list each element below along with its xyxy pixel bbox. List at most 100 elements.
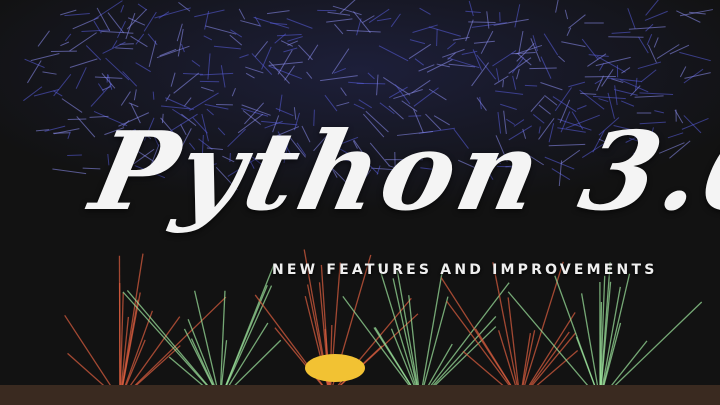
- firework-streak: [336, 101, 350, 107]
- firework-streak: [125, 12, 136, 40]
- firework-streak: [37, 30, 50, 47]
- firework-streak: [646, 33, 653, 46]
- firework-streak: [540, 82, 563, 91]
- firework-streak: [106, 74, 109, 83]
- firework-streak: [137, 3, 148, 11]
- firework-streak: [502, 79, 504, 88]
- firework-streak: [158, 11, 170, 19]
- firework-streak: [286, 18, 313, 29]
- firework-streak: [220, 65, 226, 88]
- firework-streak: [60, 9, 77, 16]
- firework-streak: [518, 31, 524, 55]
- firework-streak: [60, 41, 70, 47]
- firework-streak: [419, 7, 431, 15]
- firework-streak: [254, 294, 331, 396]
- firework-streak: [75, 67, 87, 89]
- firework-streak: [240, 20, 261, 27]
- firework-streak: [26, 60, 42, 84]
- firework-streak: [465, 10, 481, 13]
- firework-streak: [93, 20, 102, 34]
- firework-streak: [637, 61, 662, 70]
- firework-streak: [611, 31, 631, 34]
- firework-streak: [24, 58, 45, 69]
- firework-streak: [177, 28, 184, 57]
- firework-streak: [378, 45, 409, 62]
- firework-streak: [340, 87, 347, 96]
- firework-streak: [199, 72, 234, 76]
- firework-streak: [543, 33, 559, 56]
- firework-streak: [115, 47, 134, 50]
- firework-streak: [493, 18, 529, 26]
- firework-streak: [159, 48, 177, 57]
- firework-streak: [679, 9, 713, 17]
- firework-streak: [634, 95, 664, 98]
- firework-streak: [486, 11, 490, 29]
- firework-streak: [85, 45, 102, 61]
- firework-streak: [598, 98, 609, 103]
- firework-streak: [170, 72, 176, 87]
- firework-streak: [408, 43, 432, 60]
- firework-streak: [245, 66, 264, 74]
- firework-streak: [30, 52, 60, 62]
- firework-streak: [119, 253, 144, 401]
- firework-streak: [679, 51, 711, 62]
- firework-streak: [207, 53, 211, 80]
- firework-streak: [376, 17, 392, 22]
- firework-streak: [376, 74, 379, 96]
- firework-streak: [327, 11, 351, 16]
- firework-streak: [568, 81, 586, 88]
- firework-streak: [494, 75, 509, 86]
- firework-streak: [393, 88, 423, 100]
- firework-streak: [203, 35, 213, 41]
- banner-subtitle: NEW FEATURES AND IMPROVEMENTS: [272, 262, 658, 278]
- firework-streak: [277, 49, 293, 75]
- firework-streak: [147, 33, 158, 46]
- firework-streak: [679, 66, 687, 78]
- firework-streak: [495, 90, 524, 95]
- firework-streak: [64, 12, 90, 17]
- firework-streak: [580, 92, 597, 95]
- firework-streak: [122, 71, 138, 87]
- firework-streak: [266, 10, 290, 15]
- firework-streak: [544, 94, 558, 106]
- firework-streak: [61, 98, 83, 113]
- firework-streak: [331, 48, 350, 75]
- ground-silhouette: [0, 385, 720, 405]
- firework-streak: [245, 72, 255, 79]
- firework-streak: [254, 41, 269, 58]
- firework-streak: [436, 29, 438, 47]
- firework-streak: [530, 38, 541, 62]
- firework-streak: [367, 72, 375, 80]
- firework-streak: [320, 75, 358, 82]
- firework-streak: [42, 71, 57, 75]
- firework-streak: [346, 29, 381, 33]
- firework-streak: [640, 69, 657, 83]
- firework-streak: [130, 35, 148, 48]
- firework-streak: [201, 86, 214, 92]
- firework-streak: [447, 57, 480, 69]
- firework-streak: [471, 22, 507, 28]
- firework-streak: [96, 7, 111, 32]
- firework-streak: [239, 54, 249, 59]
- firework-streak: [524, 84, 538, 87]
- firework-streak: [128, 102, 139, 108]
- firework-streak: [135, 62, 151, 73]
- firework-streak: [588, 54, 609, 57]
- firework-streak: [183, 97, 192, 107]
- firework-streak: [76, 116, 96, 138]
- firework-streak: [362, 15, 375, 24]
- firework-streak: [468, 0, 474, 17]
- firework-streak: [326, 18, 353, 23]
- firework-streak: [102, 41, 126, 54]
- banner-title: Python 3.6: [81, 109, 720, 235]
- firework-streak: [191, 60, 201, 67]
- firework-streak: [555, 0, 559, 13]
- python-banner-image: Python 3.6 NEW FEATURES AND IMPROVEMENTS: [0, 0, 720, 405]
- firework-streak: [194, 9, 225, 18]
- firework-streak: [564, 9, 569, 20]
- firework-streak: [348, 81, 364, 84]
- firework-streak: [580, 293, 601, 401]
- firework-streak: [339, 0, 356, 14]
- firework-streak: [268, 61, 303, 66]
- firework-streak: [447, 42, 456, 50]
